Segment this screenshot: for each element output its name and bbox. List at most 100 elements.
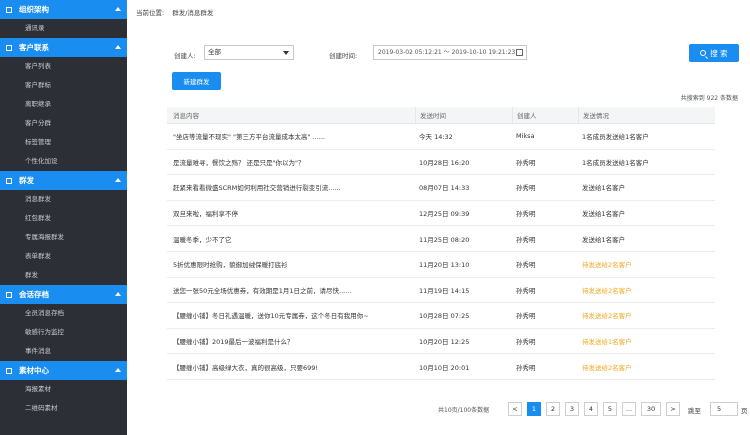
- cell-creator: 孙秀明: [516, 312, 536, 321]
- page-button[interactable]: 4: [584, 402, 598, 416]
- section-icon: [6, 6, 12, 13]
- cell-time: 11月20日 13:10: [419, 261, 470, 270]
- sidebar-section-archive: 会话存档 全员消息存档 敏感行为监控 事件消息: [0, 285, 127, 361]
- cell-time: 10月20日 12:25: [419, 338, 470, 347]
- creator-label: 创建人:: [174, 52, 196, 60]
- table-row[interactable]: 是流量难寻，餐饮之殇？ 还是只是"你以为"？ 10月28日 16:20 孙秀明 1名成…: [167, 150, 715, 176]
- sidebar-item[interactable]: 全员消息存档: [0, 304, 127, 323]
- cell-status: 发送给1名客户: [582, 184, 626, 193]
- table-row[interactable]: 赶紧来看看微盛SCRM如何利用社交营销进行裂变引流...... 08月07日 14…: [167, 175, 715, 201]
- cell-status: 发送给1名客户: [582, 235, 626, 244]
- sidebar-item[interactable]: 海报素材: [0, 380, 127, 399]
- cell-status: 1名成员发送给1名客户: [582, 133, 649, 142]
- main-content: 当前位置: 群发/消息群发 创建人: 全部 创建时间: 2019-03-02 05…: [127, 0, 750, 435]
- pagination-summary: 共10页/100条数据: [438, 407, 490, 414]
- section-icon: [6, 44, 12, 51]
- sidebar-section-header[interactable]: 群发: [0, 171, 127, 190]
- page-button[interactable]: 1: [527, 402, 541, 416]
- jump-page-input[interactable]: 5: [710, 402, 738, 416]
- result-count: 共搜索到 922 条数据: [680, 95, 738, 102]
- cell-time: 08月07日 14:33: [419, 184, 470, 193]
- header-status: 发送情况: [578, 107, 715, 123]
- cell-time: 10月10日 20:01: [419, 363, 470, 372]
- collapse-caret-icon: [115, 368, 121, 372]
- date-range-value: 2019-03-02 05:12:21 ～ 2019-10-10 19:21:2…: [378, 49, 516, 56]
- page-button[interactable]: 2: [546, 402, 560, 416]
- next-page-button[interactable]: >: [666, 402, 680, 416]
- sidebar-item[interactable]: 标签管理: [0, 133, 127, 152]
- page-button[interactable]: 5: [603, 402, 617, 416]
- creator-select[interactable]: 全部: [204, 45, 294, 60]
- sidebar-section-header[interactable]: 组织架构: [0, 0, 127, 19]
- cell-creator: 孙秀明: [516, 363, 536, 372]
- prev-page-button[interactable]: <: [508, 402, 522, 416]
- table-row[interactable]: 5折优惠限时抢购，貌御加绒保暖打底衫 11月20日 13:10 孙秀明 待发送给2名客…: [167, 252, 715, 278]
- sidebar-item[interactable]: 事件消息: [0, 342, 127, 361]
- sidebar-section-broadcast: 群发 消息群发 红包群发 专属海报群发 表单群发 群发: [0, 171, 127, 285]
- sidebar-item[interactable]: 敏感行为监控: [0, 323, 127, 342]
- sidebar: 组织架构 通讯录 客户联系 客户列表 客户群标 离职继承 客户分群 标签管理 个…: [0, 0, 127, 435]
- table-row[interactable]: 双旦来啦，福利享不停 12月25日 09:39 孙秀明 发送给1名客户: [167, 201, 715, 227]
- sidebar-item[interactable]: 二维码素材: [0, 399, 127, 418]
- page-button[interactable]: 3: [565, 402, 579, 416]
- sidebar-item[interactable]: 客户群标: [0, 76, 127, 95]
- table-row[interactable]: "坐店等流量不现实" "第三方平台流量成本太高" ...... 今天 14:32 M…: [167, 124, 715, 150]
- cell-creator: Miksa: [516, 132, 535, 141]
- table-row[interactable]: 【腰缠小铺】高级绿大衣，真的很高级，只要699! 10月10日 20:01 孙秀明 待…: [167, 354, 715, 380]
- cell-creator: 孙秀明: [516, 286, 536, 295]
- cell-time: 今天 14:32: [419, 133, 453, 142]
- date-range-input[interactable]: 2019-03-02 05:12:21 ～ 2019-10-10 19:21:2…: [373, 45, 527, 60]
- cell-creator: 孙秀明: [516, 158, 536, 167]
- collapse-caret-icon: [115, 292, 121, 296]
- cell-time: 12月25日 09:39: [419, 210, 470, 219]
- table-row[interactable]: 【腰缠小铺】2019最后一波福利是什么？ 10月20日 12:25 孙秀明 待发送给1…: [167, 329, 715, 355]
- table-row[interactable]: 送您一张50元全场优惠券，有效期是1月1日之前，请尽快...... 11月19日 …: [167, 278, 715, 304]
- section-title: 组织架构: [19, 5, 49, 14]
- sidebar-item[interactable]: 客户分群: [0, 114, 127, 133]
- table-row[interactable]: 【腰缠小铺】冬日礼遇温暖，送你10元专属券，这个冬日有我用你~ 10月28日 07…: [167, 303, 715, 329]
- section-title: 客户联系: [19, 43, 49, 52]
- cell-time: 11月25日 08:20: [419, 235, 470, 244]
- sidebar-item[interactable]: 专属海报群发: [0, 228, 127, 247]
- sidebar-item[interactable]: 群发: [0, 266, 127, 285]
- cell-content: 【腰缠小铺】冬日礼遇温暖，送你10元专属券，这个冬日有我用你~: [173, 312, 369, 321]
- collapse-caret-icon: [115, 178, 121, 182]
- breadcrumb-path[interactable]: 群发/消息群发: [172, 9, 213, 17]
- creator-select-value: 全部: [208, 48, 221, 56]
- cell-content: 送您一张50元全场优惠券，有效期是1月1日之前，请尽快......: [173, 286, 352, 295]
- calendar-icon: [516, 49, 523, 56]
- cell-content: 5折优惠限时抢购，貌御加绒保暖打底衫: [173, 261, 288, 270]
- message-table: 消息内容 发送时间 创建人 发送情况 "坐店等流量不现实" "第三方平台流量成本…: [167, 107, 715, 380]
- section-title: 群发: [19, 176, 34, 185]
- section-icon: [6, 291, 12, 298]
- sidebar-section-header[interactable]: 会话存档: [0, 285, 127, 304]
- sidebar-item[interactable]: 表单群发: [0, 247, 127, 266]
- sidebar-section-header[interactable]: 素材中心: [0, 361, 127, 380]
- sidebar-section-materials: 素材中心 海报素材 二维码素材: [0, 361, 127, 418]
- search-button[interactable]: 搜 索: [689, 44, 739, 62]
- sidebar-item[interactable]: 通讯录: [0, 19, 127, 38]
- chevron-down-icon: [283, 51, 289, 55]
- sidebar-item[interactable]: 客户列表: [0, 57, 127, 76]
- breadcrumb-prefix: 当前位置:: [136, 9, 165, 17]
- cell-status: 待发送给2名客户: [582, 261, 632, 270]
- sidebar-item[interactable]: 红包群发: [0, 209, 127, 228]
- page-button[interactable]: 30: [641, 402, 661, 416]
- search-button-label: 搜 索: [710, 48, 728, 58]
- new-broadcast-button[interactable]: 新建群发: [172, 72, 221, 90]
- sidebar-section-org: 组织架构 通讯录: [0, 0, 127, 38]
- sidebar-item[interactable]: 个性化加设: [0, 152, 127, 171]
- cell-status: 1名成员发送给1名客户: [582, 158, 649, 167]
- jump-label: 跳至: [688, 407, 701, 415]
- cell-content: 赶紧来看看微盛SCRM如何利用社交营销进行裂变引流......: [173, 184, 341, 193]
- sidebar-section-header[interactable]: 客户联系: [0, 38, 127, 57]
- cell-content: 【腰缠小铺】2019最后一波福利是什么？: [173, 338, 294, 347]
- table-row[interactable]: 温暖冬季，少不了它 11月25日 08:20 孙秀明 发送给1名客户: [167, 226, 715, 252]
- search-icon: [700, 50, 707, 56]
- section-icon: [6, 177, 12, 184]
- collapse-caret-icon: [115, 45, 121, 49]
- sidebar-item[interactable]: 消息群发: [0, 190, 127, 209]
- sidebar-item[interactable]: 离职继承: [0, 95, 127, 114]
- section-title: 会话存档: [19, 290, 49, 299]
- cell-status: 待发送给2名客户: [582, 312, 632, 321]
